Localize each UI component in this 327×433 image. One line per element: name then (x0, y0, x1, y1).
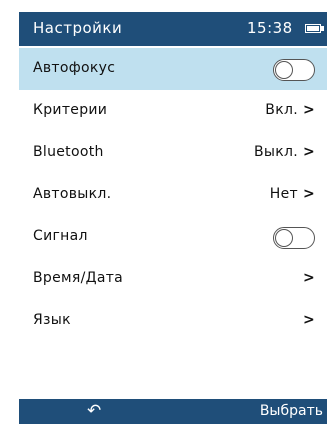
autofocus-toggle[interactable] (273, 59, 315, 81)
menu-item-signal[interactable]: Сигнал (19, 216, 327, 258)
back-icon[interactable]: ↶ (87, 401, 101, 421)
menu-item-label: Критерии (33, 102, 108, 118)
menu-item-autofocus[interactable]: Автофокус (19, 48, 327, 90)
settings-menu: Автофокус Критерии Вкл. > Bluetooth Выкл.… (19, 48, 327, 342)
menu-item-language[interactable]: Язык > (19, 300, 327, 342)
menu-item-auto-off[interactable]: Автовыкл. Нет > (19, 174, 327, 216)
page-title: Настройки (33, 19, 123, 37)
device-screen: Настройки 15:38 Автофокус Критерии Вкл. >… (19, 12, 327, 424)
menu-item-value: Выкл. > (253, 144, 315, 160)
chevron-right-icon: > (302, 144, 315, 160)
menu-item-label: Сигнал (33, 228, 88, 244)
menu-item-value: > (298, 270, 315, 286)
menu-item-bluetooth[interactable]: Bluetooth Выкл. > (19, 132, 327, 174)
chevron-right-icon: > (302, 270, 315, 286)
toggle-knob (275, 61, 293, 79)
menu-item-value: Вкл. > (265, 102, 315, 118)
menu-item-value: > (298, 312, 315, 328)
battery-icon (305, 24, 321, 33)
select-button[interactable]: Выбрать (260, 403, 323, 419)
menu-item-label: Автовыкл. (33, 186, 112, 202)
menu-item-date-time[interactable]: Время/Дата > (19, 258, 327, 300)
chevron-right-icon: > (302, 312, 315, 328)
chevron-right-icon: > (302, 186, 315, 202)
menu-item-label: Язык (33, 312, 71, 328)
clock: 15:38 (247, 19, 293, 37)
menu-item-label: Время/Дата (33, 270, 124, 286)
menu-item-label: Автофокус (33, 60, 116, 76)
menu-item-value: Нет > (269, 186, 315, 202)
menu-item-label: Bluetooth (33, 144, 104, 160)
status-bar: Настройки 15:38 (19, 12, 327, 46)
signal-toggle[interactable] (273, 227, 315, 249)
softkey-bar: ↶ Выбрать (19, 399, 327, 424)
toggle-knob (275, 229, 293, 247)
chevron-right-icon: > (302, 102, 315, 118)
battery-tip (321, 26, 324, 31)
menu-item-criteria[interactable]: Критерии Вкл. > (19, 90, 327, 132)
